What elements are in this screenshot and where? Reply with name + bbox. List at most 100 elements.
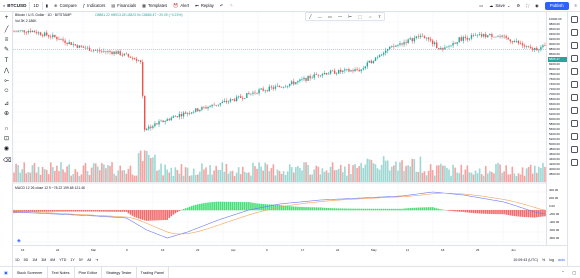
ideas-icon[interactable] — [571, 81, 578, 88]
pattern-icon[interactable]: ⋀ — [3, 68, 10, 75]
snapshot-button[interactable]: ◉ — [532, 0, 542, 12]
templates-button[interactable]: ▦ Templates — [139, 0, 170, 12]
text-icon[interactable]: T — [3, 58, 10, 65]
chat-icon[interactable] — [571, 94, 578, 101]
macd-histogram-bar — [186, 207, 189, 211]
replay-button[interactable]: ⏮ Replay — [192, 0, 217, 12]
notifications-icon[interactable] — [571, 120, 578, 127]
watchlist-icon[interactable] — [571, 16, 578, 23]
help-icon[interactable] — [571, 159, 578, 166]
eye-icon[interactable]: ◉ — [3, 146, 10, 153]
time-readout[interactable]: 10:09:43 (UTC) — [511, 258, 540, 262]
brush-icon[interactable]: 〰 — [338, 14, 342, 20]
log-toggle[interactable]: log — [547, 258, 556, 262]
candle-body — [354, 69, 356, 72]
panel-collapse-button[interactable]: ▣ — [0, 266, 13, 278]
calendar-icon[interactable] — [571, 68, 578, 75]
crosshair-icon[interactable]: + — [3, 15, 10, 22]
macd-histogram-bar — [468, 210, 471, 213]
macd-histogram-bar — [207, 202, 209, 211]
emoji-icon[interactable]: ☺ — [3, 88, 10, 95]
tab-text-notes[interactable]: Text Notes — [48, 266, 75, 278]
tab-trading-panel[interactable]: Trading Panel — [137, 266, 170, 278]
fullscreen-button[interactable]: ⛶ — [523, 0, 532, 12]
lock-icon[interactable]: ⊡ — [3, 136, 10, 143]
macd-histogram-bar — [382, 208, 385, 211]
trash-icon[interactable]: ⌫ — [3, 158, 11, 165]
percent-toggle[interactable]: % — [540, 258, 547, 262]
indicators-button[interactable]: ƒ Indicators — [80, 0, 109, 12]
auto-toggle[interactable]: auto — [556, 258, 567, 262]
streams-icon[interactable] — [571, 107, 578, 114]
volume-bar — [129, 165, 132, 182]
ray-icon[interactable]: ⊢ — [348, 14, 351, 19]
range-ytd-button[interactable]: YTD — [57, 258, 68, 262]
macd-histogram-bar — [80, 210, 83, 212]
horizontal-line-icon[interactable]: ― — [318, 14, 322, 19]
volume-bar — [101, 163, 103, 182]
macd-histogram-bar — [527, 210, 530, 218]
candle-body — [344, 69, 346, 71]
financials-button[interactable]: ▤ Financials — [108, 0, 139, 12]
rectangle-icon[interactable]: ▭ — [328, 14, 332, 19]
candle-body — [401, 43, 403, 45]
volume-bar — [284, 175, 287, 182]
price-chart[interactable] — [12, 11, 546, 245]
tab-stock-screener[interactable]: Stock Screener — [13, 266, 48, 278]
macd-histogram-bar — [190, 206, 193, 211]
price-axis[interactable]: 10000.00 9800.00 9600.00 9400.00 9200.00 9000… — [546, 12, 567, 245]
save-button[interactable]: ☁ Save ⌄ — [486, 0, 513, 12]
settings-button[interactable]: ⚙ — [513, 0, 523, 12]
macd-histogram-bar — [274, 204, 277, 211]
forecast-icon[interactable]: ⟜ — [3, 78, 10, 85]
volume-bar — [246, 172, 248, 182]
chart-pane[interactable]: Bitcoin / U.S. Dollar · 1D · BITSTAMP O8… — [12, 11, 546, 245]
macd-histogram-bar — [127, 210, 130, 214]
range-5y-button[interactable]: 5Y — [77, 258, 85, 262]
bar-style-button[interactable]: ▮ — [43, 0, 51, 12]
undo-button[interactable]: ↶ — [217, 0, 227, 12]
alert-button[interactable]: ⏰ Alert — [170, 0, 192, 12]
compare-button[interactable]: ⊕ Compare — [51, 0, 80, 12]
trend-line-icon[interactable]: ╱ — [309, 14, 311, 19]
menu-button[interactable]: ≡ — [572, 0, 580, 12]
hotlist-icon[interactable] — [571, 55, 578, 62]
range-1y-button[interactable]: 1Y — [68, 258, 76, 262]
volume-bar — [33, 163, 36, 182]
tab-pine-editor[interactable]: Pine Editor — [75, 266, 103, 278]
tab-strategy-tester[interactable]: Strategy Tester — [102, 266, 137, 278]
layout-button[interactable]: ▭ — [476, 0, 486, 12]
zoom-icon[interactable]: ⊕ — [3, 111, 10, 118]
fib-icon[interactable]: ≡ — [3, 37, 10, 44]
volume-bar — [192, 168, 195, 182]
measure-icon[interactable]: ⇔ — [368, 14, 372, 19]
panel-settings-button[interactable]: ▢ — [568, 267, 580, 278]
goto-date-icon[interactable]: ⇥ — [93, 258, 100, 262]
range-1m-button[interactable]: 1M — [30, 258, 39, 262]
range-6m-button[interactable]: 6M — [48, 258, 57, 262]
select-icon[interactable]: ⬚ — [358, 14, 362, 19]
macd-histogram-bar — [464, 210, 467, 213]
interval-button[interactable]: 1D — [30, 0, 41, 12]
cloud-icon: ☁ — [489, 3, 494, 8]
text-tool-icon[interactable]: T — [378, 14, 380, 19]
ruler-icon[interactable]: ⊿ — [3, 101, 10, 108]
order-panel-icon[interactable] — [571, 133, 578, 140]
dom-icon[interactable] — [571, 146, 578, 153]
publish-button[interactable]: Publish — [544, 1, 569, 10]
alerts-icon[interactable] — [571, 29, 578, 36]
volume-bar — [268, 171, 271, 182]
trend-line-icon[interactable]: ╱ — [3, 27, 10, 34]
maximize-panel-button[interactable]: ⌃ — [557, 267, 568, 278]
symbol-search[interactable]: ⌕ BTCUSD — [0, 0, 29, 12]
time-axis[interactable]: 16 24 Mar 9 16 23 Apr 9 17 24 May 11 18 25 Jun — [13, 245, 567, 253]
redo-button[interactable]: ↷ — [226, 0, 236, 12]
range-3m-button[interactable]: 3M — [39, 258, 48, 262]
candle-body — [391, 46, 393, 47]
range-1d-button[interactable]: 1D — [13, 258, 22, 262]
magnet-icon[interactable]: ∩ — [3, 126, 10, 133]
brush-icon[interactable]: ✎ — [3, 47, 10, 54]
data-window-icon[interactable] — [571, 42, 578, 49]
range-all-button[interactable]: All — [85, 258, 93, 262]
range-5d-button[interactable]: 5D — [22, 258, 31, 262]
